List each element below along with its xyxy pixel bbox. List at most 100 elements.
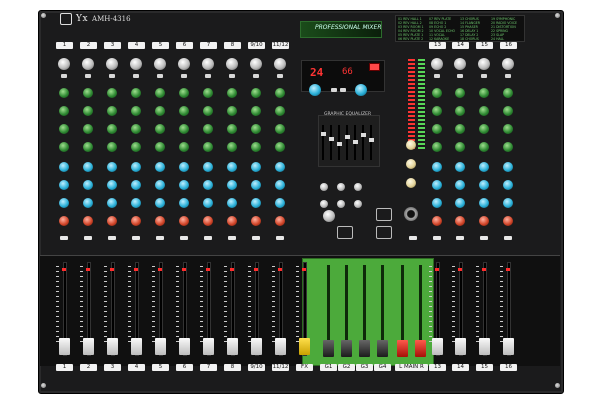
eq-knob[interactable] — [155, 162, 165, 172]
aux-send-knob[interactable] — [275, 106, 285, 116]
phase-button[interactable] — [505, 74, 511, 78]
aux-send-knob[interactable] — [203, 124, 213, 134]
aux-send-knob[interactable] — [432, 88, 442, 98]
fx-return-knob[interactable] — [320, 200, 328, 208]
channel-fader[interactable] — [502, 338, 514, 355]
eq-knob[interactable] — [107, 162, 117, 172]
eq-knob[interactable] — [155, 198, 165, 208]
pan-knob[interactable] — [432, 216, 442, 226]
phones-level-knob[interactable] — [406, 178, 416, 188]
channel-fader[interactable] — [250, 338, 262, 355]
phase-button[interactable] — [457, 74, 463, 78]
aux-send-knob[interactable] — [131, 142, 141, 152]
mute-button[interactable] — [433, 236, 441, 240]
channel-fader[interactable] — [82, 338, 94, 355]
aux-send-knob[interactable] — [227, 106, 237, 116]
eq-knob[interactable] — [479, 180, 489, 190]
eq-knob[interactable] — [227, 162, 237, 172]
eq-knob[interactable] — [179, 162, 189, 172]
aux-send-knob[interactable] — [155, 106, 165, 116]
pan-knob[interactable] — [227, 216, 237, 226]
phase-button[interactable] — [181, 74, 187, 78]
phase-button[interactable] — [85, 74, 91, 78]
aux-send-knob[interactable] — [155, 142, 165, 152]
master-aux-knob[interactable] — [406, 140, 416, 150]
pan-knob[interactable] — [455, 216, 465, 226]
aux-send-knob[interactable] — [83, 124, 93, 134]
channel-fader[interactable] — [226, 338, 238, 355]
eq-knob[interactable] — [455, 162, 465, 172]
aux-send-knob[interactable] — [107, 142, 117, 152]
gain-knob[interactable] — [106, 58, 118, 70]
gain-knob[interactable] — [130, 58, 142, 70]
aux-send-knob[interactable] — [432, 106, 442, 116]
channel-fader[interactable] — [130, 338, 142, 355]
mute-button[interactable] — [132, 236, 140, 240]
fx-return-knob[interactable] — [337, 200, 345, 208]
group-fader[interactable] — [322, 340, 334, 357]
gain-knob[interactable] — [478, 58, 490, 70]
geq-band-slider[interactable] — [328, 137, 334, 141]
pan-knob[interactable] — [131, 216, 141, 226]
gain-knob[interactable] — [502, 58, 514, 70]
aux-send-knob[interactable] — [275, 124, 285, 134]
mute-button[interactable] — [456, 236, 464, 240]
gain-knob[interactable] — [202, 58, 214, 70]
main-fader[interactable] — [396, 340, 408, 357]
eq-knob[interactable] — [479, 198, 489, 208]
aux-send-knob[interactable] — [503, 106, 513, 116]
eq-knob[interactable] — [432, 162, 442, 172]
eq-knob[interactable] — [275, 180, 285, 190]
master-fx-knob[interactable] — [406, 159, 416, 169]
phones-select-button[interactable] — [409, 236, 417, 240]
eq-knob[interactable] — [455, 180, 465, 190]
aux-send-knob[interactable] — [227, 142, 237, 152]
channel-fader[interactable] — [154, 338, 166, 355]
eq-knob[interactable] — [107, 198, 117, 208]
aux-send-knob[interactable] — [83, 88, 93, 98]
eq-knob[interactable] — [275, 162, 285, 172]
aux-send-knob[interactable] — [432, 124, 442, 134]
aux-send-knob[interactable] — [83, 142, 93, 152]
aux-send-knob[interactable] — [432, 142, 442, 152]
pan-knob[interactable] — [251, 216, 261, 226]
eq-knob[interactable] — [83, 180, 93, 190]
aux-send-knob[interactable] — [251, 88, 261, 98]
usb-port-icon[interactable] — [369, 63, 380, 71]
eq-knob[interactable] — [455, 198, 465, 208]
mute-button[interactable] — [156, 236, 164, 240]
eq-knob[interactable] — [131, 198, 141, 208]
aux-send-knob[interactable] — [251, 142, 261, 152]
gain-knob[interactable] — [226, 58, 238, 70]
aux-send-knob[interactable] — [503, 88, 513, 98]
eq-knob[interactable] — [432, 198, 442, 208]
channel-fader[interactable] — [478, 338, 490, 355]
phase-button[interactable] — [481, 74, 487, 78]
eq-knob[interactable] — [203, 180, 213, 190]
aux-send-knob[interactable] — [59, 142, 69, 152]
eq-knob[interactable] — [59, 198, 69, 208]
aux-send-knob[interactable] — [455, 124, 465, 134]
aux-send-knob[interactable] — [131, 88, 141, 98]
player-play-button[interactable] — [340, 88, 346, 92]
aux-send-knob[interactable] — [59, 106, 69, 116]
phase-button[interactable] — [109, 74, 115, 78]
pan-knob[interactable] — [107, 216, 117, 226]
aux-send-knob[interactable] — [203, 88, 213, 98]
eq-knob[interactable] — [227, 198, 237, 208]
eq-knob[interactable] — [83, 198, 93, 208]
phase-button[interactable] — [434, 74, 440, 78]
eq-knob[interactable] — [251, 162, 261, 172]
eq-knob[interactable] — [155, 180, 165, 190]
gain-knob[interactable] — [178, 58, 190, 70]
mute-button[interactable] — [228, 236, 236, 240]
eq-knob[interactable] — [227, 180, 237, 190]
aux-send-knob[interactable] — [455, 106, 465, 116]
aux-send-knob[interactable] — [179, 88, 189, 98]
aux-send-knob[interactable] — [251, 124, 261, 134]
aux-send-knob[interactable] — [455, 88, 465, 98]
aux-send-knob[interactable] — [479, 106, 489, 116]
channel-fader[interactable] — [178, 338, 190, 355]
fx-fader[interactable] — [298, 338, 310, 355]
eq-knob[interactable] — [503, 180, 513, 190]
